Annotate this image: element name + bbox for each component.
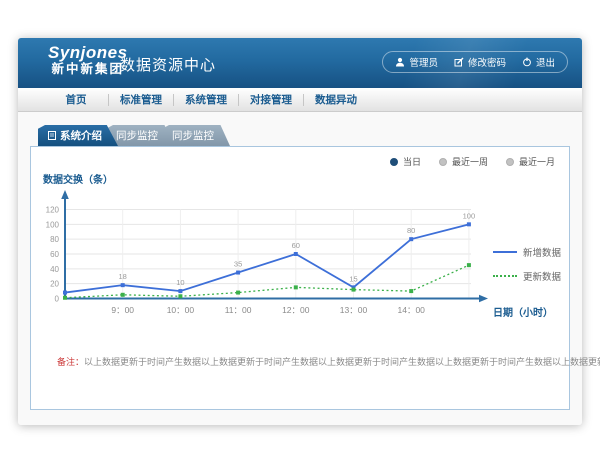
nav-item-system-mgmt[interactable]: 系统管理 [174,92,238,107]
svg-text:15: 15 [349,274,357,283]
svg-text:10：00: 10：00 [167,305,195,315]
chart-panel: 当日 最近一周 最近一月 数据交换（条） 0204060801001209：00… [30,146,570,410]
user-icon [395,57,405,67]
document-icon [48,131,56,140]
legend-item-new-data: 新增数据 [493,245,561,259]
svg-text:60: 60 [50,250,59,259]
svg-text:18: 18 [119,272,127,281]
legend-item-update-data: 更新数据 [493,269,561,283]
svg-text:13：00: 13：00 [340,305,368,315]
power-icon [522,57,532,67]
app-header: Synjones 新中新集团 数据资源中心 管理员 修改密码 退出 [18,38,582,88]
svg-text:12：00: 12：00 [282,305,310,315]
svg-text:14：00: 14：00 [397,305,425,315]
svg-text:80: 80 [50,235,59,244]
nav-item-home[interactable]: 首页 [44,92,108,107]
legend-line-sample [493,251,517,253]
logo-text-cn: 新中新集团 [48,63,128,77]
tab-label: 系统介绍 [60,128,102,143]
note-label: 备注： [57,357,84,367]
svg-text:120: 120 [46,206,60,215]
svg-text:9：00: 9：00 [111,305,134,315]
svg-text:35: 35 [234,260,242,269]
svg-text:60: 60 [292,241,300,250]
nav-item-interface-mgmt[interactable]: 对接管理 [239,92,303,107]
svg-text:100: 100 [463,211,476,220]
logo: Synjones 新中新集团 [48,44,128,76]
svg-text:11：00: 11：00 [225,305,252,315]
page-title: 数据资源中心 [120,54,216,75]
svg-text:0: 0 [55,295,60,304]
svg-text:40: 40 [50,265,59,274]
svg-text:20: 20 [50,280,59,289]
user-toolbar: 管理员 修改密码 退出 [382,51,568,73]
tab-label: 同步监控 [116,128,158,143]
logout-label: 退出 [536,55,555,69]
tab-system-intro[interactable]: 系统介绍 [38,125,118,146]
user-menu[interactable]: 管理员 [395,55,438,69]
nav-item-data-change[interactable]: 数据异动 [304,92,368,107]
tab-bar: 系统介绍 同步监控 同步监控 [38,125,230,146]
change-password-button[interactable]: 修改密码 [454,55,506,69]
app-window: Synjones 新中新集团 数据资源中心 管理员 修改密码 退出 首页 标准管… [18,38,582,425]
edit-icon [454,57,464,67]
legend-line-sample [493,275,517,277]
footer-note: 备注：以上数据更新于时间产生数据以上数据更新于时间产生数据以上数据更新于时间产生… [57,355,600,368]
logout-button[interactable]: 退出 [522,55,555,69]
main-nav: 首页 标准管理 系统管理 对接管理 数据异动 [18,88,582,112]
user-name-label: 管理员 [409,55,438,69]
note-text: 以上数据更新于时间产生数据以上数据更新于时间产生数据以上数据更新于时间产生数据以… [84,357,600,367]
change-password-label: 修改密码 [468,55,506,69]
tab-label: 同步监控 [172,128,214,143]
content-area: 系统介绍 同步监控 同步监控 当日 最近一周 [18,112,582,425]
chart-svg: 0 20 40 60 80 100 120 9：00 10：00 11：00 12：00 13：00 1… [31,147,571,411]
nav-item-standard-mgmt[interactable]: 标准管理 [109,92,173,107]
chart-legend: 新增数据 更新数据 [493,245,561,283]
logo-text-en: Synjones [48,44,128,63]
svg-text:100: 100 [46,220,60,229]
legend-label: 新增数据 [523,245,561,259]
svg-text:80: 80 [407,226,415,235]
svg-text:10: 10 [176,278,184,287]
legend-label: 更新数据 [523,269,561,283]
x-axis-title: 日期（小时） [493,304,553,319]
